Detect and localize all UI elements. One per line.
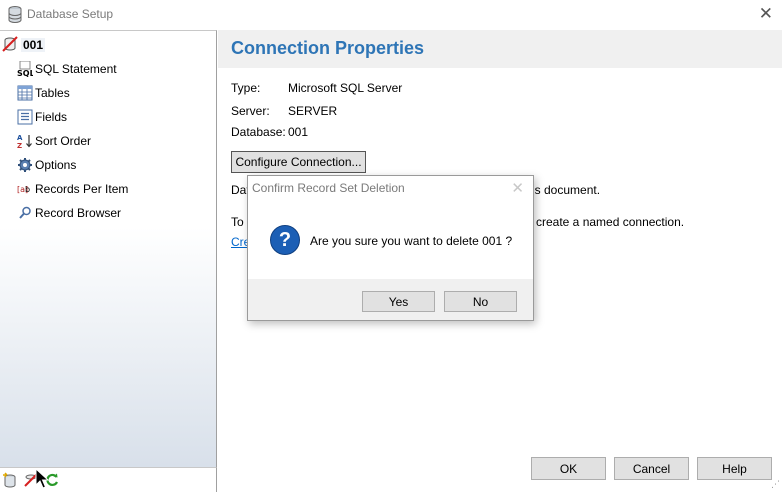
sidebar-item-label: Tables [35, 86, 70, 100]
dialog-message: Are you sure you want to delete 001 ? [310, 234, 513, 248]
sidebar-item-label: Record Browser [35, 206, 122, 220]
svg-text:SQL: SQL [17, 69, 33, 77]
sidebar-item-fields[interactable]: Fields [17, 107, 67, 127]
add-database-icon[interactable] [1, 471, 19, 489]
sidebar-item-label: Records Per Item [35, 182, 129, 196]
sidebar-item-options[interactable]: Options [17, 155, 76, 175]
sidebar-item-records-per-item[interactable]: [a] b Records Per Item [17, 179, 128, 199]
svg-text:A: A [17, 134, 23, 142]
no-button[interactable]: No [444, 291, 517, 312]
resize-grip-icon[interactable]: ⋰ [771, 479, 780, 490]
close-icon[interactable]: ✕ [759, 4, 773, 24]
sidebar-item-label: Sort Order [35, 134, 92, 148]
sidebar-root-label: 001 [21, 38, 46, 52]
svg-text:b: b [25, 185, 30, 194]
search-icon [17, 205, 33, 221]
data-info-text-end: is document. [532, 183, 601, 197]
records-icon: [a] b [17, 181, 33, 197]
table-icon [17, 85, 33, 101]
question-icon: ? [270, 225, 300, 255]
ok-button[interactable]: OK [531, 457, 606, 480]
cancel-button[interactable]: Cancel [614, 457, 689, 480]
type-row: Type: Microsoft SQL Server [231, 81, 402, 95]
sidebar-item-tables[interactable]: Tables [17, 83, 70, 103]
configure-connection-button[interactable]: Configure Connection... [231, 151, 366, 173]
svg-text:Z: Z [17, 142, 22, 149]
server-row: Server: SERVER [231, 104, 337, 118]
named-connection-text-end: create a named connection. [536, 215, 685, 229]
server-value: SERVER [288, 104, 338, 118]
database-value: 001 [288, 125, 309, 139]
gear-icon [17, 157, 33, 173]
fields-icon [17, 109, 33, 125]
sidebar-item-label: Options [35, 158, 77, 172]
mouse-cursor-icon [35, 467, 50, 493]
dialog-close-icon[interactable]: ✕ [511, 179, 524, 197]
type-value: Microsoft SQL Server [288, 81, 403, 95]
type-label: Type: [231, 81, 261, 95]
title-bar: Database Setup ✕ [0, 0, 782, 30]
recordset-icon [2, 35, 18, 55]
database-label: Database: [231, 125, 286, 139]
sql-icon: SQL [17, 61, 33, 77]
database-icon [8, 6, 22, 23]
main-header: Connection Properties [218, 30, 782, 68]
sidebar-item-sort-order[interactable]: A Z Sort Order [17, 131, 91, 151]
sidebar-item-label: Fields [35, 110, 68, 124]
page-title: Connection Properties [231, 38, 425, 58]
sidebar: 001 SQL SQL Statement Tables Fields A Z … [0, 30, 217, 467]
database-row: Database: 001 [231, 125, 308, 139]
yes-button[interactable]: Yes [362, 291, 435, 312]
confirm-dialog: Confirm Record Set Deletion ✕ ? Are you … [247, 175, 534, 321]
help-button[interactable]: Help [697, 457, 772, 480]
server-label: Server: [231, 104, 270, 118]
sort-az-icon: A Z [17, 133, 33, 149]
sidebar-root-item[interactable]: 001 [2, 35, 46, 55]
dialog-footer: Yes No [248, 279, 533, 320]
named-connection-text-start: To [231, 215, 244, 229]
sidebar-item-record-browser[interactable]: Record Browser [17, 203, 121, 223]
sidebar-item-sql-statement[interactable]: SQL SQL Statement [17, 59, 117, 79]
sidebar-item-label: SQL Statement [35, 62, 117, 76]
sidebar-toolbar [0, 467, 217, 492]
window-title: Database Setup [27, 7, 114, 21]
dialog-title: Confirm Record Set Deletion [252, 181, 405, 195]
